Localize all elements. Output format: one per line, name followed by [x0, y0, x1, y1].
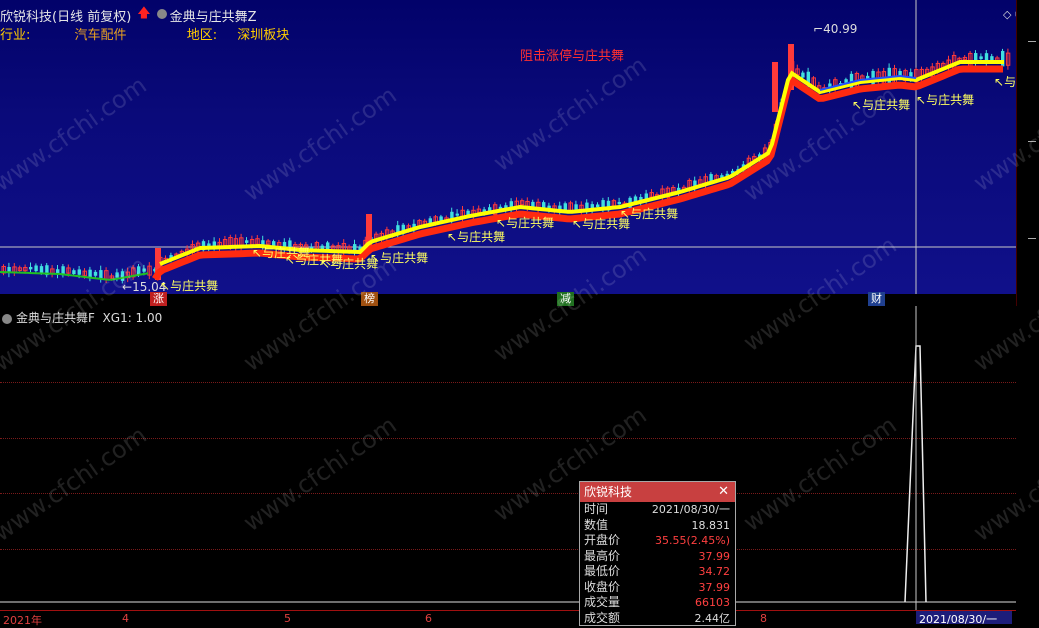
period-label[interactable]: (日线 前复权) — [52, 6, 131, 25]
popup-rows: 时间 2021/08/30/一数值 18.831 开盘价 35.55(2.45%) 最高价… — [580, 502, 735, 626]
candle-body — [617, 201, 621, 205]
popup-row-key: 收盘价 — [584, 579, 621, 594]
annotation-label: ↖与庄共舞 — [620, 207, 679, 221]
candle-body — [979, 56, 983, 60]
annotation-label: ↖与庄共舞 — [160, 279, 219, 293]
popup-row-key: 成交量 — [584, 595, 621, 609]
candle-body — [1001, 50, 1005, 67]
x-label: 4 — [122, 612, 129, 625]
region-value: 深圳板块 — [237, 28, 290, 43]
popup-title: 欣锐科技 — [584, 485, 633, 499]
close-icon[interactable]: ✕ — [718, 482, 729, 502]
annotation-label: ↖与庄共舞 — [496, 216, 555, 230]
quote-popup[interactable]: 欣锐科技 ✕ 时间 2021/08/30/一数值 18.831 开盘价 35.55(2.… — [579, 481, 736, 626]
x-label: 5 — [284, 612, 291, 625]
popup-row-key: 最高价 — [584, 548, 621, 563]
stock-name[interactable]: 欣锐科技 — [0, 6, 52, 25]
candle-body — [542, 202, 546, 208]
candle-body — [455, 213, 459, 216]
blocker-label: 阻击涨停与庄共舞 — [520, 49, 625, 64]
scale-tick — [1028, 238, 1036, 239]
high-price-value: 40.99 — [823, 22, 858, 36]
popup-row-value: 37.99 — [698, 580, 731, 594]
candle-body — [77, 269, 81, 275]
limit-up-candle — [772, 62, 778, 112]
popup-header[interactable]: 欣锐科技 ✕ — [580, 482, 735, 502]
x-axis: 2021年 4 5 6 8 — [0, 610, 1016, 627]
popup-row: 成交量 66103 — [580, 595, 735, 611]
diamond-icon[interactable]: ◇ — [1003, 8, 1011, 21]
high-price-marker: ⌐40.99 — [813, 22, 858, 36]
candle-body — [72, 270, 76, 275]
popup-row-value: 37.99 — [698, 549, 731, 563]
candle-body — [574, 204, 578, 210]
candle-body — [39, 266, 44, 273]
popup-row-value: 2021/08/30/一 — [651, 503, 730, 516]
indicator-name[interactable]: 金典与庄共舞Z — [170, 6, 257, 25]
event-tag-limit-up[interactable]: 涨 — [150, 292, 167, 306]
up-arrow-icon[interactable]: 🡅 — [137, 4, 150, 26]
popup-row-key: 最低价 — [584, 564, 621, 578]
indicator-toggle-icon[interactable] — [156, 9, 167, 19]
candle-body — [596, 204, 600, 208]
industry-label: 行业: — [0, 28, 31, 43]
popup-row: 数值 18.831 — [580, 518, 735, 534]
annotation-label: ↖与庄共舞 — [916, 93, 975, 107]
popup-row-value: 66103 — [695, 596, 730, 609]
cursor-date-label: 2021/08/30/一 — [916, 611, 1012, 626]
popup-row-key: 开盘价 — [584, 533, 621, 547]
popup-row-key: 数值 — [584, 517, 609, 532]
x-label: 8 — [760, 612, 767, 625]
chart-title-bar: 欣锐科技(日线 前复权) 🡅 金典与庄共舞Z — [0, 4, 257, 25]
candle-body — [801, 72, 805, 78]
x-label: 6 — [425, 612, 432, 625]
stock-info-row: 行业: 汽车配件 地区: 深圳板块 — [0, 24, 289, 43]
industry-value: 汽车配件 — [74, 28, 127, 43]
candle-body — [93, 271, 98, 276]
candle-body — [245, 240, 249, 243]
popup-row-value: 35.55(2.45%) — [654, 534, 730, 547]
scale-tick — [1028, 41, 1036, 42]
popup-row-value: 34.72 — [698, 565, 731, 578]
popup-row-value: 18.831 — [691, 518, 731, 532]
popup-row: 最低价 34.72 — [580, 564, 735, 580]
candle-body — [34, 265, 38, 272]
region-label: 地区: — [186, 28, 218, 43]
popup-row: 时间 2021/08/30/一 — [580, 502, 735, 518]
popup-row-key: 时间 — [584, 502, 609, 516]
event-tag-finance[interactable]: 财 — [868, 292, 885, 306]
candle-body — [29, 266, 33, 270]
x-label: 2021年 — [3, 614, 42, 627]
popup-row: 开盘价 35.55(2.45%) — [580, 533, 735, 549]
popup-row: 收盘价 37.99 — [580, 580, 735, 596]
popup-row: 最高价 37.99 — [580, 549, 735, 565]
